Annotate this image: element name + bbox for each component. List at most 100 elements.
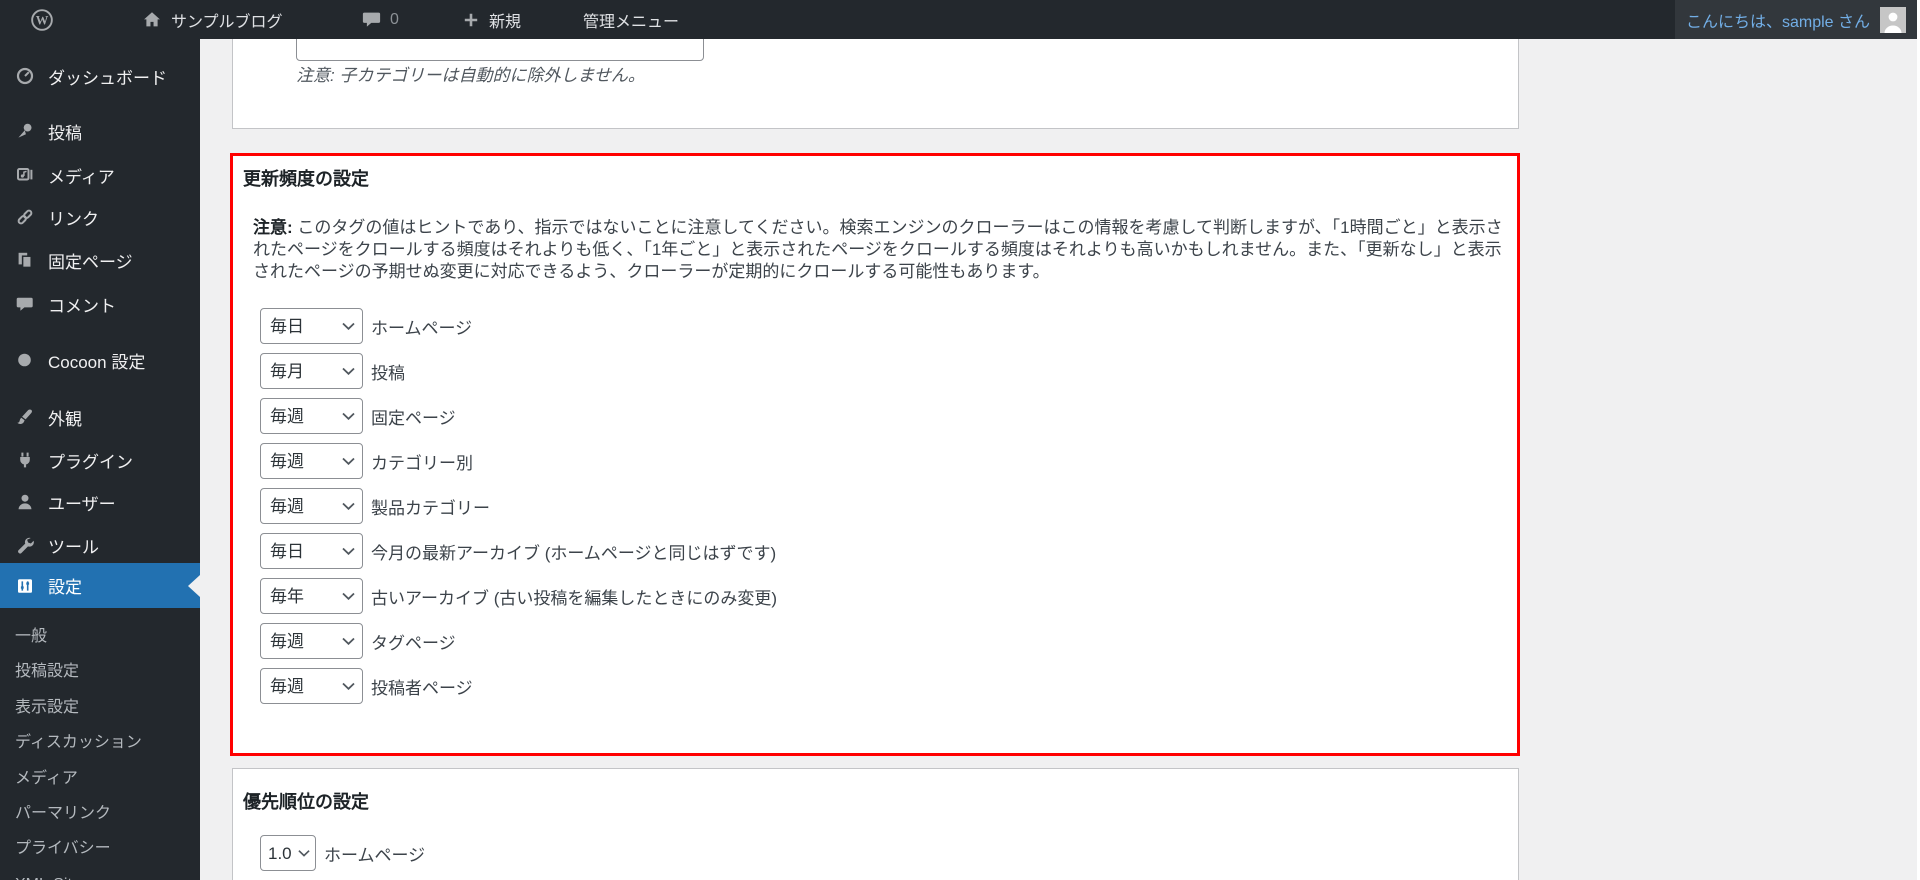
frequency-row: 毎月 投稿	[260, 353, 405, 389]
frequency-row: 毎週 製品カテゴリー	[260, 488, 490, 524]
sidebar-item-label: 設定	[48, 578, 82, 597]
submenu-item-reading[interactable]: 表示設定	[0, 693, 200, 723]
frequency-select-current-archive[interactable]: 毎日	[260, 533, 363, 569]
frequency-select-categories[interactable]: 毎週	[260, 443, 363, 479]
sidebar-item-label: プラグイン	[48, 452, 133, 472]
site-name-label: サンプルブログ	[171, 13, 283, 31]
sidebar-item-label: コメント	[48, 296, 116, 316]
comments-menu[interactable]: 0	[361, 0, 399, 39]
frequency-select-wrap: 毎日	[260, 308, 363, 344]
home-icon	[141, 9, 163, 31]
frequency-row-label: 投稿者ページ	[371, 678, 473, 698]
frequency-row-label: カテゴリー別	[371, 453, 473, 473]
admin-bar: W サンプルブログ 0 新規 管理メニュー こんにちは、sample さん	[0, 0, 1920, 39]
plug-icon	[14, 449, 36, 471]
settings-sliders-icon	[14, 575, 36, 597]
chain-link-icon	[14, 206, 36, 228]
frequency-select-author-pages[interactable]: 毎週	[260, 668, 363, 704]
change-frequencies-note: 注意: このタグの値はヒントであり、指示ではないことに注意してください。検索エン…	[253, 217, 1505, 283]
sidebar-item-tools[interactable]: ツール	[0, 523, 200, 567]
current-menu-arrow	[188, 574, 200, 597]
sidebar-item-settings[interactable]: 設定	[0, 563, 200, 608]
comment-bubble-icon	[14, 293, 36, 315]
frequency-select-wrap: 毎週	[260, 623, 363, 659]
sidebar-item-appearance[interactable]: 外観	[0, 395, 200, 439]
sidebar-item-cocoon-settings[interactable]: Cocoon 設定	[0, 338, 200, 382]
admin-menu-label: 管理メニュー	[583, 13, 680, 31]
frequency-select-homepage[interactable]: 毎日	[260, 308, 363, 344]
frequency-select-older-archives[interactable]: 毎年	[260, 578, 363, 614]
sidebar-item-label: 投稿	[48, 123, 82, 143]
frequency-select-wrap: 毎日	[260, 533, 363, 569]
frequency-select-posts[interactable]: 毎月	[260, 353, 363, 389]
priority-row: 1.0 ホームページ	[260, 835, 425, 871]
frequency-row: 毎日 ホームページ	[260, 308, 472, 344]
admin-sidebar: ダッシュボード 投稿 メディア リンク 固定ページ コメント Cocoon 設定	[0, 39, 200, 880]
svg-text:W: W	[36, 13, 49, 27]
dashboard-icon	[14, 65, 36, 87]
sidebar-item-posts[interactable]: 投稿	[0, 109, 200, 153]
sidebar-item-users[interactable]: ユーザー	[0, 480, 200, 524]
frequency-select-tag-pages[interactable]: 毎週	[260, 623, 363, 659]
media-icon	[14, 164, 36, 186]
frequency-select-static-pages[interactable]: 毎週	[260, 398, 363, 434]
priorities-title: 優先順位の設定	[243, 792, 369, 812]
frequency-select-wrap: 毎週	[260, 488, 363, 524]
sidebar-item-label: 外観	[48, 409, 82, 429]
note-body: このタグの値はヒントであり、指示ではないことに注意してください。検索エンジンのク…	[253, 218, 1503, 281]
submenu-item-media[interactable]: メディア	[0, 764, 200, 794]
frequency-row-label: タグページ	[371, 633, 456, 653]
plus-icon	[461, 10, 481, 30]
new-content-menu[interactable]: 新規	[461, 0, 521, 39]
sidebar-item-label: メディア	[48, 167, 115, 187]
submenu-item-xml-sitemap[interactable]: XML-Sitemap	[0, 870, 200, 880]
frequency-select-wrap: 毎週	[260, 443, 363, 479]
site-name-menu[interactable]: サンプルブログ	[141, 0, 283, 39]
sidebar-item-label: Cocoon 設定	[48, 352, 146, 372]
sidebar-item-label: ツール	[48, 537, 99, 557]
sidebar-item-media[interactable]: メディア	[0, 153, 200, 197]
greeting-label: こんにちは、sample さん	[1685, 13, 1870, 31]
submenu-item-privacy[interactable]: プライバシー	[0, 834, 200, 864]
paintbrush-icon	[14, 406, 36, 428]
submenu-item-general[interactable]: 一般	[0, 622, 200, 652]
sidebar-item-dashboard[interactable]: ダッシュボード	[0, 54, 200, 98]
frequency-row-label: 投稿	[371, 363, 405, 383]
sidebar-item-label: リンク	[48, 209, 99, 229]
sidebar-item-label: ダッシュボード	[48, 68, 167, 88]
frequency-row-label: 今月の最新アーカイブ (ホームページと同じはずです)	[371, 543, 777, 563]
circle-icon	[14, 349, 36, 371]
frequency-row-label: 固定ページ	[371, 408, 456, 428]
frequency-select-wrap: 毎週	[260, 668, 363, 704]
frequency-row: 毎年 古いアーカイブ (古い投稿を編集したときにのみ変更)	[260, 578, 777, 614]
wordpress-admin-page: 注意: 子カテゴリーは自動的に除外しません。 更新頻度の設定 注意: このタグの…	[0, 0, 1920, 880]
admin-menu-item[interactable]: 管理メニュー	[583, 0, 679, 39]
submenu-item-permalinks[interactable]: パーマリンク	[0, 799, 200, 829]
frequency-select-product-categories[interactable]: 毎週	[260, 488, 363, 524]
frequency-row-label: ホームページ	[371, 318, 473, 338]
new-label: 新規	[489, 13, 522, 31]
comments-count: 0	[390, 10, 399, 28]
comment-bubble-icon	[361, 9, 382, 30]
sidebar-item-pages[interactable]: 固定ページ	[0, 238, 200, 282]
submenu-item-discussion[interactable]: ディスカッション	[0, 728, 200, 758]
priority-select-homepage[interactable]: 1.0	[260, 835, 316, 871]
sidebar-item-comments[interactable]: コメント	[0, 282, 200, 326]
frequency-row: 毎週 固定ページ	[260, 398, 456, 434]
frequency-row: 毎日 今月の最新アーカイブ (ホームページと同じはずです)	[260, 533, 776, 569]
wrench-icon	[14, 534, 36, 556]
account-menu[interactable]: こんにちは、sample さん	[1674, 0, 1917, 39]
note-prefix: 注意:	[253, 218, 293, 237]
frequency-row: 毎週 投稿者ページ	[260, 668, 473, 704]
frequency-select-wrap: 毎年	[260, 578, 363, 614]
sidebar-item-links[interactable]: リンク	[0, 195, 200, 239]
pages-icon	[14, 249, 36, 271]
sidebar-item-plugins[interactable]: プラグイン	[0, 438, 200, 482]
change-frequencies-title: 更新頻度の設定	[243, 169, 369, 189]
frequency-row: 毎週 カテゴリー別	[260, 443, 473, 479]
priority-row-label: ホームページ	[324, 845, 426, 865]
frequency-select-wrap: 毎週	[260, 398, 363, 434]
frequency-row-label: 古いアーカイブ (古い投稿を編集したときにのみ変更)	[371, 588, 778, 608]
wordpress-logo-menu[interactable]: W	[30, 0, 54, 39]
submenu-item-writing[interactable]: 投稿設定	[0, 657, 200, 687]
